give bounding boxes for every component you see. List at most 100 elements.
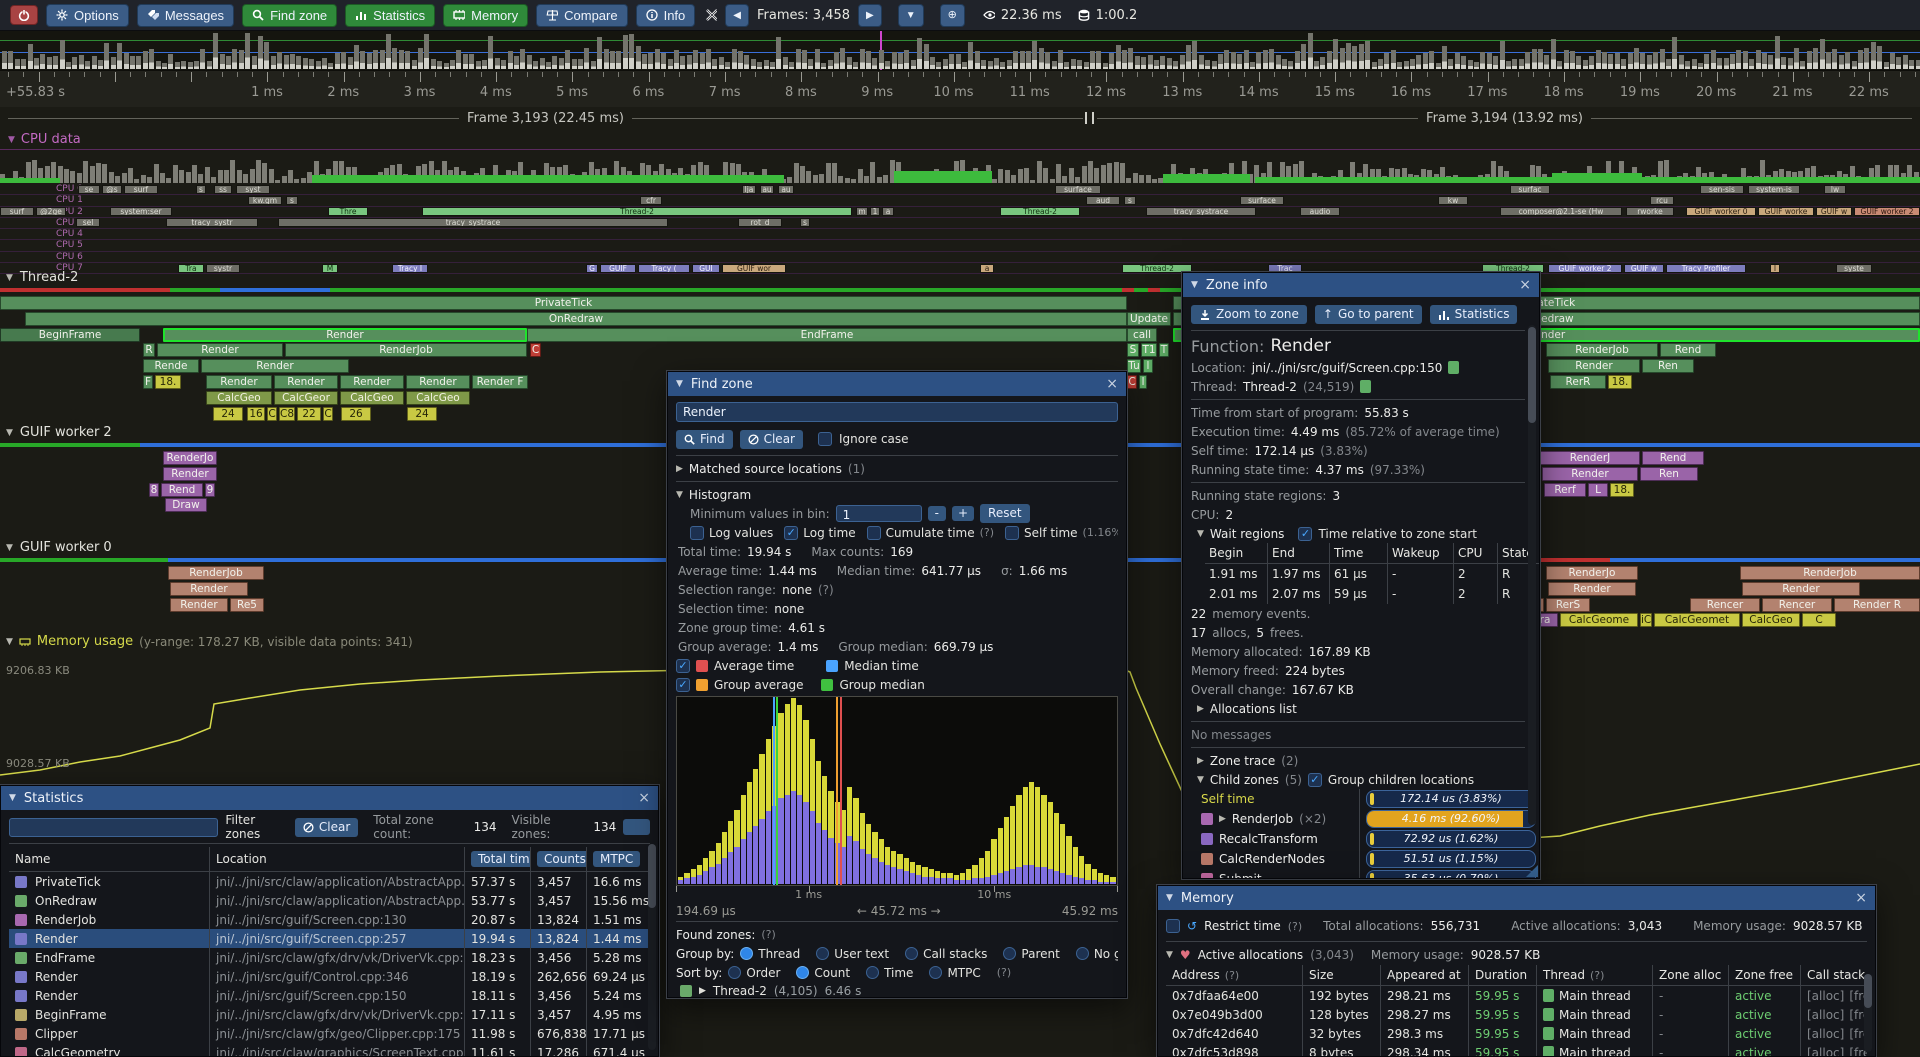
cpu-zone-chip[interactable]: @2ge	[36, 207, 66, 216]
timeline-zone[interactable]: C	[267, 407, 277, 421]
timeline-zone[interactable]: Render	[1548, 582, 1636, 596]
cpu-zone-chip[interactable]: Tracy I	[392, 264, 428, 273]
timeline-zone[interactable]: Render	[1548, 359, 1640, 373]
timeline-zone[interactable]: Render	[201, 359, 349, 373]
timeline-zone[interactable]: Rende	[143, 359, 199, 373]
cpu-zone-chip[interactable]: sen-sis	[1700, 185, 1744, 194]
col-thread[interactable]: Thread	[1543, 968, 1585, 982]
stats-row[interactable]: Renderjni/../jni/src/guif/Screen.cpp:257…	[9, 929, 650, 948]
prev-frame-button[interactable]: ◀	[725, 4, 749, 27]
cpu-zone-chip[interactable]: audio	[1300, 207, 1340, 216]
cpu-zone-chip[interactable]: sel	[76, 218, 100, 227]
cpu-zone-chip[interactable]: tracy_systrace	[1146, 207, 1256, 216]
timeline-zone[interactable]: Rend	[161, 483, 203, 497]
timeline-zone[interactable]: Rerf	[1544, 483, 1586, 497]
cpu-zone-chip[interactable]: @s	[102, 185, 122, 194]
cpu-zone-chip[interactable]: Thread-2	[1000, 207, 1080, 216]
timeline-zone[interactable]: S	[1127, 343, 1139, 357]
timeline-zone[interactable]: Render	[170, 598, 228, 612]
cpu-zone-chip[interactable]: lw	[1824, 185, 1846, 194]
timeline-zone[interactable]: Render F	[472, 375, 528, 389]
cpu-zone-chip[interactable]: syste	[1836, 264, 1872, 273]
close-icon[interactable]: ×	[1855, 891, 1867, 905]
timeline-zone[interactable]: Update	[1127, 312, 1171, 326]
cpu-zone-chip[interactable]: GUIF w	[1816, 207, 1852, 216]
timeline-zone[interactable]: Ren	[1642, 359, 1694, 373]
timeline-zone[interactable]: Rencer	[1762, 598, 1832, 612]
cpu-zone-chip[interactable]: 1	[870, 207, 880, 216]
stats-row[interactable]: CalcGeometryjni/../jni/src/claw/graphics…	[9, 1043, 650, 1057]
search-input[interactable]: Render	[676, 402, 1118, 422]
stats-row[interactable]: RenderJobjni/../jni/src/guif/Screen.cpp:…	[9, 910, 650, 929]
thread-header[interactable]: ▼GUIF worker 2	[6, 425, 112, 440]
timeline-zone[interactable]: Rend	[1642, 451, 1704, 465]
radio-option[interactable]: Call stacks	[905, 947, 987, 961]
cpu-zone-chip[interactable]: aud	[1086, 196, 1120, 205]
expand-icon[interactable]: ▶	[676, 464, 683, 474]
timeline-zone[interactable]: BeginFrame	[0, 328, 140, 342]
stats-row[interactable]: Renderjni/../jni/src/guif/Screen.cpp:150…	[9, 986, 650, 1005]
timeline-zone[interactable]: Render	[170, 582, 248, 596]
cpu-zone-chip[interactable]: Thread-2	[422, 207, 852, 216]
cpu-zone-chip[interactable]: rworke	[1626, 207, 1674, 216]
column-button-cut[interactable]	[623, 819, 650, 835]
cpu-zone-chip[interactable]: surface	[1240, 196, 1284, 205]
cpu-zone-chip[interactable]: s	[800, 218, 810, 227]
child-zone-row[interactable]: CalcRenderNodes51.51 us (1.15%)	[1191, 849, 1525, 869]
time-ruler[interactable]: +55.83 s1 ms2 ms3 ms4 ms5 ms6 ms7 ms8 ms…	[0, 70, 1920, 107]
timeline-zone[interactable]: l	[1143, 359, 1153, 373]
col-call-stack[interactable]: Call stack	[1800, 965, 1867, 985]
cpu-zone-chip[interactable]: GUIF worker 0	[1686, 207, 1756, 216]
timeline-zone[interactable]: C	[1802, 613, 1836, 627]
find-zone-histogram[interactable]	[676, 696, 1118, 886]
timeline-zone[interactable]: C8	[279, 407, 295, 421]
avg-legend-checkbox[interactable]: ✓	[676, 659, 690, 673]
timeline-zone[interactable]: T	[1159, 343, 1169, 357]
timeline-zone[interactable]: RenderJob	[1740, 566, 1920, 580]
timeline-zone[interactable]: CalcGeo	[340, 391, 404, 405]
alloc-button[interactable]: [alloc]	[1807, 1027, 1844, 1041]
timeline-zone[interactable]: CalcGeo	[406, 391, 470, 405]
resize-handle[interactable]	[1526, 865, 1538, 877]
cpu-zone-chip[interactable]: cfr	[640, 196, 662, 205]
cpu-zone-chip[interactable]: kw	[1438, 196, 1468, 205]
timeline-zone[interactable]: Render	[274, 375, 338, 389]
group-children-checkbox[interactable]: ✓	[1308, 773, 1322, 787]
timeline-zone[interactable]: EndFrame	[527, 328, 1127, 342]
stats-row[interactable]: Renderjni/../jni/src/guif/Control.cpp:34…	[9, 967, 650, 986]
cpu-zone-chip[interactable]: au	[778, 185, 794, 194]
close-icon[interactable]: ×	[638, 791, 650, 805]
timeline-zone[interactable]: OnRedraw	[25, 312, 1127, 326]
cpu-zone-chip[interactable]: surfac	[1510, 185, 1550, 194]
timeline-zone[interactable]: F	[143, 375, 153, 389]
stats-row[interactable]: Clipperjni/../jni/src/claw/gfx/geo/Clipp…	[9, 1024, 650, 1043]
log-time-checkbox[interactable]: ✓	[784, 526, 798, 540]
timeline-zone[interactable]: T1	[1141, 343, 1157, 357]
cpu-zone-chip[interactable]: I	[1770, 264, 1780, 273]
radio-option[interactable]: No groupi	[1076, 947, 1118, 961]
timeline-zone[interactable]: I	[1139, 375, 1147, 389]
clear-filter-button[interactable]: Clear	[295, 818, 358, 837]
go-to-parent-button[interactable]: ↑Go to parent	[1315, 305, 1422, 324]
col-size[interactable]: Size	[1302, 965, 1380, 985]
child-zone-row[interactable]: ▶RenderJob(×2)4.16 ms (92.60%)	[1191, 809, 1525, 829]
cpu-zone-chip[interactable]: tracy_systrace	[278, 218, 668, 227]
child-zone-row[interactable]: RecalcTransform72.92 us (1.62%)	[1191, 829, 1525, 849]
timeline-zone[interactable]: 24	[213, 407, 243, 421]
timeline-zone[interactable]: 16	[247, 407, 265, 421]
timeline-zone[interactable]: L	[1588, 483, 1608, 497]
scrollbar-thumb[interactable]	[1864, 974, 1872, 1008]
cpu-zone-chip[interactable]: Tracy Profiler	[1666, 264, 1746, 273]
thread-header[interactable]: ▼Thread-2	[6, 270, 78, 285]
timeline-zone[interactable]: RenderJo	[163, 451, 217, 465]
find-zone-titlebar[interactable]: ▼Find zone×	[668, 372, 1126, 396]
col-duration[interactable]: Duration	[1468, 965, 1536, 985]
next-frame-button[interactable]: ▶	[858, 4, 882, 27]
memory-usage-header[interactable]: ▼ Memory usage (y-range: 178.27 KB, visi…	[6, 634, 413, 649]
radio-option[interactable]: User text	[816, 947, 889, 961]
timeline-zone[interactable]: RenderJob	[1546, 343, 1658, 357]
cpu-zone-chip[interactable]: ss	[214, 185, 232, 194]
stats-row[interactable]: BeginFramejni/../jni/src/claw/gfx/drv/vk…	[9, 1005, 650, 1024]
statistics-titlebar[interactable]: ▼Statistics×	[1, 786, 658, 810]
goto-frame-button[interactable]: ⊕	[940, 4, 965, 27]
